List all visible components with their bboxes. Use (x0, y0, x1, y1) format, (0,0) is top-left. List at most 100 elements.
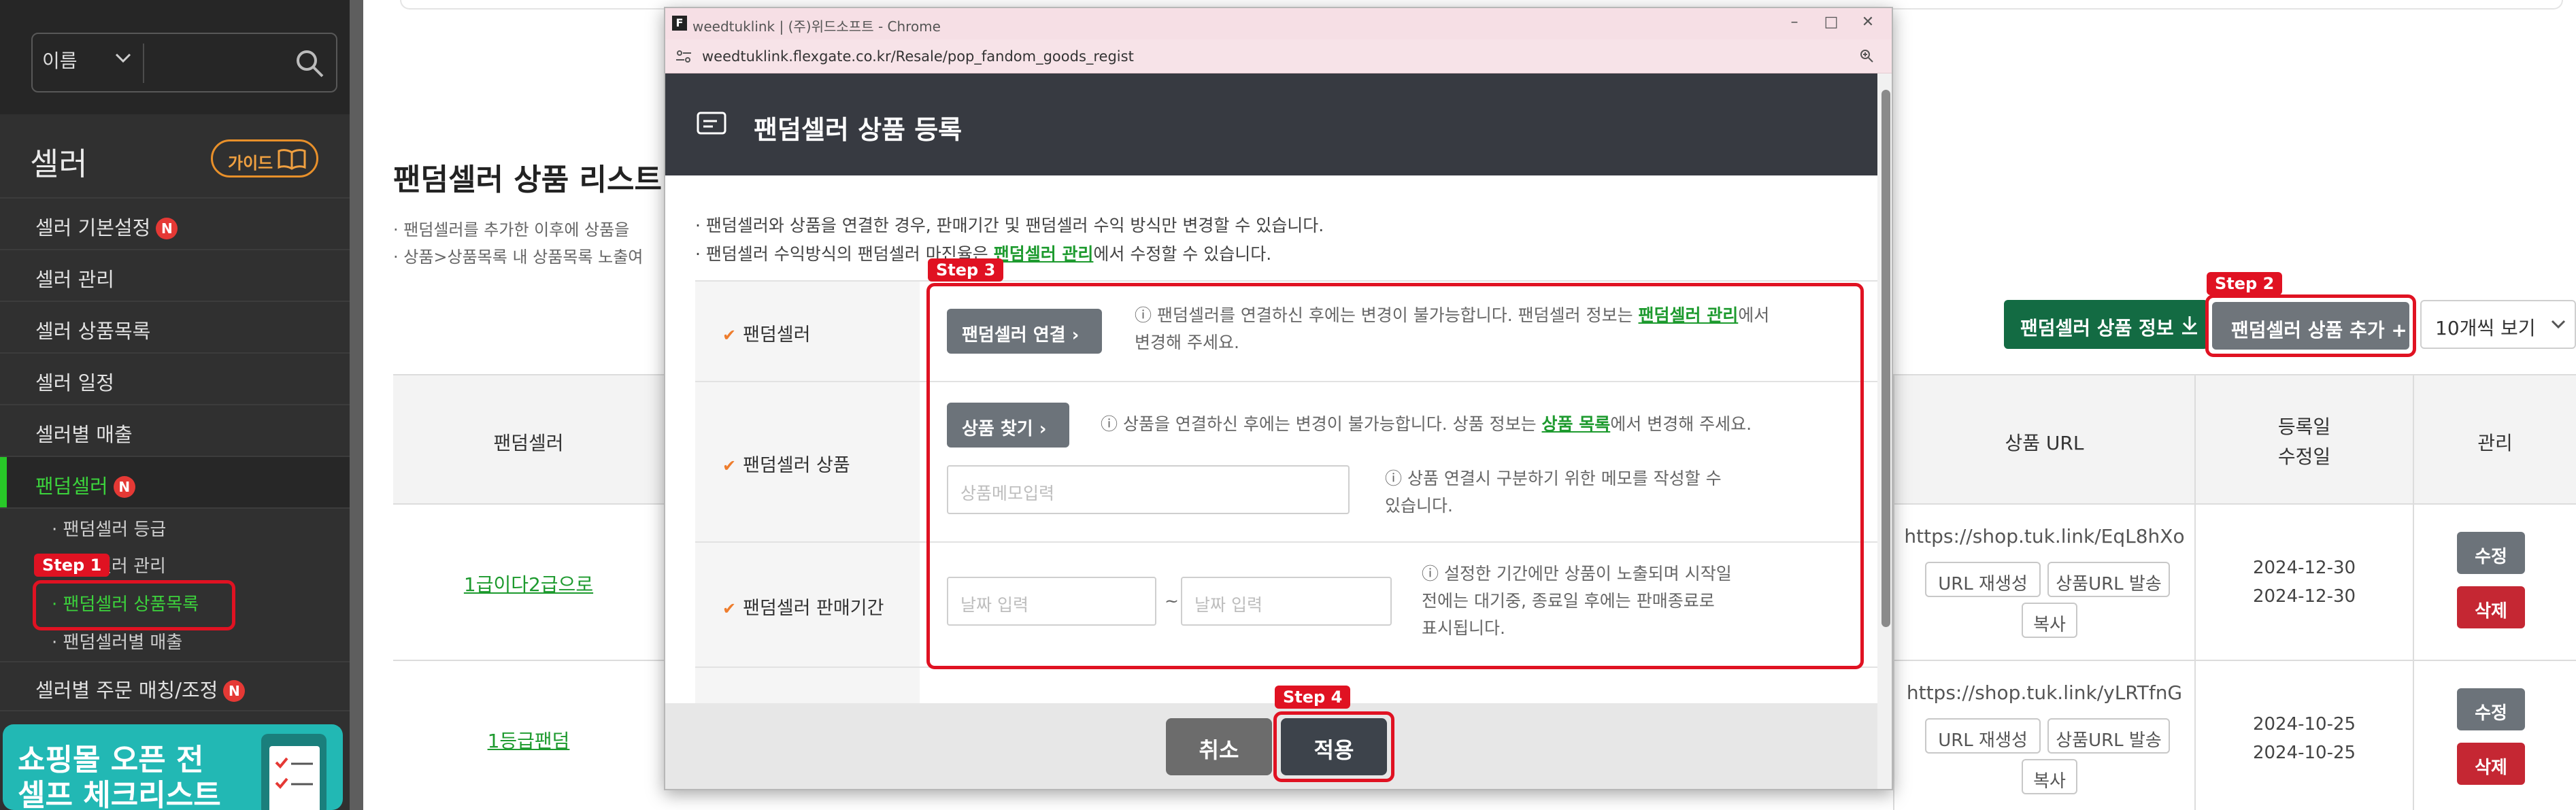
sidebar-item-label: 셀러 기본설정 (35, 216, 151, 239)
sidebar-item-seller-settings[interactable]: 셀러 기본설정 N (35, 212, 178, 241)
search-type-select[interactable]: 이름 (42, 46, 78, 73)
delete-button[interactable]: 삭제 (2457, 743, 2525, 785)
search-divider (143, 44, 144, 83)
step1-highlight (33, 580, 235, 630)
registered-date: 2024-12-30 (2252, 558, 2356, 578)
sidebar-edge (350, 0, 363, 810)
sidebar-sub-fandom-grade[interactable]: · 팬덤셀러 등급 (52, 516, 166, 541)
zoom-icon[interactable] (1859, 48, 1874, 63)
sidebar-item-seller-products[interactable]: 셀러 상품목록 (35, 316, 150, 344)
popup-header: 팬덤셀러 상품 등록 (665, 73, 1877, 175)
sidebar-divider (0, 301, 350, 302)
sidebar-item-seller-sales[interactable]: 셀러별 매출 (35, 419, 133, 448)
window-register-icon (697, 112, 726, 135)
copy-button[interactable]: 복사 (2022, 759, 2077, 794)
popup-note-1: · 팬덤셀러와 상품을 연결한 경우, 판매기간 및 팬덤셀러 수익 방식만 변… (695, 216, 1324, 235)
url-regenerate-button[interactable]: URL 재생성 (1925, 718, 2041, 754)
checklist-icon (275, 757, 313, 789)
page-size-value: 10개씩 보기 (2435, 317, 2536, 339)
step2-label: Step 2 (2207, 272, 2283, 295)
page-size-select[interactable]: 10개씩 보기 (2420, 300, 2576, 349)
label-text: 팬덤셀러 판매기간 (743, 598, 884, 619)
label-product: ✔ 팬덤셀러 상품 (722, 450, 850, 477)
step2-highlight (2205, 294, 2416, 357)
sidebar-search-area: 이름 (0, 0, 350, 114)
sidebar-divider (0, 507, 350, 509)
sidebar-section-title: 셀러 (30, 146, 88, 182)
minimize-icon[interactable]: – (1781, 14, 1808, 34)
label-seller: ✔ 팬덤셀러 (722, 320, 810, 346)
step1-label: Step 1 (34, 554, 110, 577)
edit-button[interactable]: 수정 (2457, 688, 2525, 730)
popup-url[interactable]: weedtuklink.flexgate.co.kr/Resale/pop_fa… (702, 48, 1134, 65)
send-url-button[interactable]: 상품URL 발송 (2047, 562, 2170, 597)
fandom-product-info-button[interactable]: 팬덤셀러 상품 정보 (2004, 300, 2208, 349)
download-icon (2182, 316, 2197, 335)
close-icon[interactable]: ✕ (1854, 14, 1881, 34)
chevron-down-icon[interactable] (114, 52, 132, 64)
sidebar-divider (0, 661, 350, 662)
sidebar-divider (0, 249, 350, 250)
guide-button[interactable]: 가이드 (211, 139, 318, 178)
new-badge: N (223, 680, 246, 702)
popup-window-title: weedtuklink | (주)위드소프트 - Chrome (692, 18, 941, 35)
site-settings-icon[interactable] (675, 50, 692, 63)
new-badge: N (113, 476, 135, 498)
search-icon[interactable] (294, 48, 325, 79)
sidebar-item-label: 셀러별 주문 매칭/조정 (35, 679, 218, 702)
new-badge: N (156, 218, 178, 239)
product-url: https://shop.tuk.link/yLRTfnG (1906, 681, 2183, 704)
banner-line2: 셀프 체크리스트 (18, 778, 221, 810)
popup-titlebar: F weedtuklink | (주)위드소프트 - Chrome – □ ✕ (665, 8, 1892, 39)
sidebar-item-label: 팬덤셀러 (35, 475, 108, 498)
send-url-button[interactable]: 상품URL 발송 (2047, 718, 2170, 754)
copy-button[interactable]: 복사 (2022, 603, 2077, 638)
label-period: ✔ 팬덤셀러 판매기간 (722, 593, 884, 620)
sidebar-search: 이름 (31, 33, 337, 92)
sidebar-divider (0, 197, 350, 199)
chevron-down-icon (2551, 320, 2566, 329)
page-note-2: · 상품>상품목록 내 상품목록 노출여 (393, 248, 643, 267)
th-seller: 팬덤셀러 (493, 432, 564, 454)
book-icon (278, 149, 306, 170)
sidebar-divider (0, 404, 350, 405)
checklist-paper (269, 746, 320, 810)
sidebar-item-order-matching[interactable]: 셀러별 주문 매칭/조정 N (35, 675, 246, 703)
checklist-banner[interactable]: 쇼핑몰 오픈 전 셀프 체크리스트 (3, 724, 343, 810)
sidebar-item-seller-schedule[interactable]: 셀러 일정 (35, 367, 114, 396)
page-title: 팬덤셀러 상품 리스트 (393, 163, 662, 197)
step3-label: Step 3 (928, 258, 1004, 282)
product-url: https://shop.tuk.link/EqL8hXo (1904, 525, 2185, 547)
sidebar-item-seller-manage[interactable]: 셀러 관리 (35, 264, 114, 292)
seller-link[interactable]: 1등급팬덤 (393, 726, 664, 754)
required-check-icon: ✔ (722, 326, 737, 345)
sidebar-divider (0, 710, 350, 711)
button-label: 팬덤셀러 상품 정보 (2020, 317, 2174, 339)
popup-address-bar: weedtuklink.flexgate.co.kr/Resale/pop_fa… (665, 39, 1892, 73)
label-text: 팬덤셀러 상품 (743, 455, 850, 476)
seller-link[interactable]: 1급이다2급으로 (393, 570, 664, 597)
edit-button[interactable]: 수정 (2457, 532, 2525, 574)
th-manage: 관리 (2477, 432, 2513, 454)
modified-date: 2024-12-30 (2252, 586, 2356, 607)
page-note-1: · 팬덤셀러를 추가한 이후에 상품을 (393, 220, 630, 239)
guide-label: 가이드 (228, 154, 273, 173)
popup-title: 팬덤셀러 상품 등록 (754, 115, 963, 145)
cancel-button[interactable]: 취소 (1166, 718, 1272, 775)
th-url: 상품 URL (2005, 432, 2084, 454)
step4-highlight (1273, 711, 1394, 782)
popup-scrollbar-thumb[interactable] (1881, 90, 1890, 627)
fandom-manage-link[interactable]: 팬덤셀러 관리 (994, 244, 1094, 264)
modified-date: 2024-10-25 (2252, 743, 2356, 763)
sidebar-sub-fandom-sales[interactable]: · 팬덤셀러별 매출 (52, 628, 182, 654)
th-registered: 등록일 (2277, 416, 2331, 438)
sidebar-item-fandom-seller[interactable]: 팬덤셀러 N (35, 471, 135, 499)
label-text: 팬덤셀러 (743, 324, 811, 345)
popup-window: F weedtuklink | (주)위드소프트 - Chrome – □ ✕ … (664, 7, 1893, 790)
registered-date: 2024-10-25 (2252, 714, 2356, 735)
delete-button[interactable]: 삭제 (2457, 586, 2525, 628)
maximize-icon[interactable]: □ (1818, 14, 1845, 34)
url-regenerate-button[interactable]: URL 재생성 (1925, 562, 2041, 597)
required-check-icon: ✔ (722, 456, 737, 475)
form-line (695, 280, 1877, 282)
